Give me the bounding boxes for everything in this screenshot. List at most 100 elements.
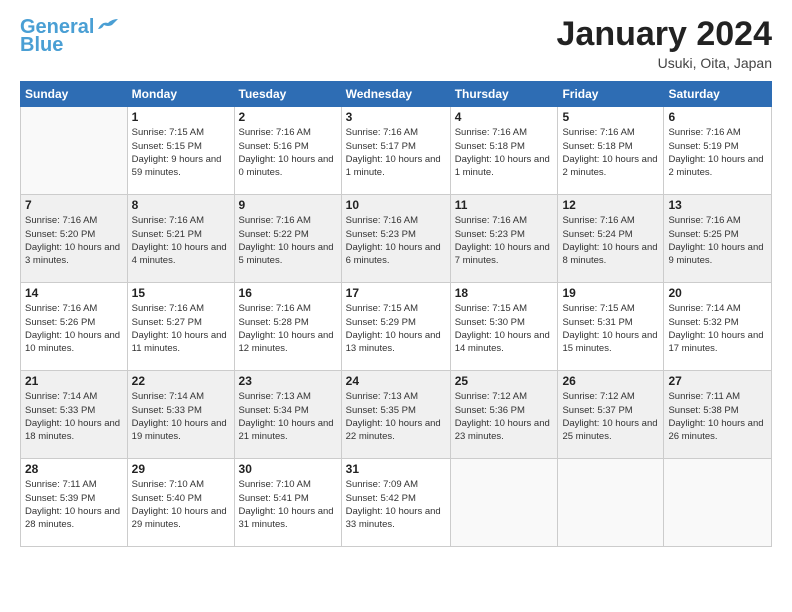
calendar-day-cell: 11Sunrise: 7:16 AMSunset: 5:23 PMDayligh… (450, 195, 558, 283)
day-number: 28 (25, 462, 123, 476)
day-info: Sunrise: 7:16 AMSunset: 5:18 PMDaylight:… (455, 126, 554, 179)
weekday-header: Sunday (21, 82, 128, 107)
day-number: 8 (132, 198, 230, 212)
day-info: Sunrise: 7:16 AMSunset: 5:17 PMDaylight:… (346, 126, 446, 179)
calendar-day-cell: 25 Sunrise: 7:12 AMSunset: 5:36 PMDayligh… (450, 371, 558, 459)
day-number: 20 (668, 286, 767, 300)
calendar-week-row: 28 Sunrise: 7:11 AMSunset: 5:39 PMDayligh… (21, 459, 772, 547)
calendar-day-cell: 14Sunrise: 7:16 AMSunset: 5:26 PMDayligh… (21, 283, 128, 371)
day-info: Sunrise: 7:11 AMSunset: 5:38 PMDaylight:… (668, 390, 767, 443)
day-number: 31 (346, 462, 446, 476)
day-number: 2 (239, 110, 337, 124)
calendar-day-cell: 21 Sunrise: 7:14 AMSunset: 5:33 PMDayligh… (21, 371, 128, 459)
day-info: Sunrise: 7:13 AMSunset: 5:34 PMDaylight:… (239, 390, 337, 443)
day-info: Sunrise: 7:14 AMSunset: 5:33 PMDaylight:… (25, 390, 123, 443)
weekday-header: Friday (558, 82, 664, 107)
day-number: 10 (346, 198, 446, 212)
day-number: 12 (562, 198, 659, 212)
calendar-day-cell (558, 459, 664, 547)
calendar-day-cell: 31 Sunrise: 7:09 AMSunset: 5:42 PMDayligh… (341, 459, 450, 547)
page-header: General Blue January 2024 Usuki, Oita, J… (20, 16, 772, 71)
calendar-day-cell (21, 107, 128, 195)
day-info: Sunrise: 7:12 AMSunset: 5:37 PMDaylight:… (562, 390, 659, 443)
day-info: Sunrise: 7:15 AMSunset: 5:15 PMDaylight:… (132, 126, 230, 179)
calendar-day-cell (664, 459, 772, 547)
calendar-day-cell: 8 Sunrise: 7:16 AMSunset: 5:21 PMDaylight… (127, 195, 234, 283)
day-info: Sunrise: 7:14 AMSunset: 5:33 PMDaylight:… (132, 390, 230, 443)
day-number: 4 (455, 110, 554, 124)
day-info: Sunrise: 7:16 AMSunset: 5:19 PMDaylight:… (668, 126, 767, 179)
month-title: January 2024 (557, 16, 773, 53)
calendar-day-cell (450, 459, 558, 547)
calendar-table: SundayMondayTuesdayWednesdayThursdayFrid… (20, 81, 772, 547)
calendar-day-cell: 6 Sunrise: 7:16 AMSunset: 5:19 PMDaylight… (664, 107, 772, 195)
weekday-header: Monday (127, 82, 234, 107)
location: Usuki, Oita, Japan (557, 55, 773, 71)
day-info: Sunrise: 7:14 AMSunset: 5:32 PMDaylight:… (668, 302, 767, 355)
calendar-day-cell: 17 Sunrise: 7:15 AMSunset: 5:29 PMDayligh… (341, 283, 450, 371)
day-info: Sunrise: 7:13 AMSunset: 5:35 PMDaylight:… (346, 390, 446, 443)
calendar-day-cell: 15Sunrise: 7:16 AMSunset: 5:27 PMDayligh… (127, 283, 234, 371)
day-info: Sunrise: 7:16 AMSunset: 5:16 PMDaylight:… (239, 126, 337, 179)
day-number: 24 (346, 374, 446, 388)
calendar-day-cell: 16Sunrise: 7:16 AMSunset: 5:28 PMDayligh… (234, 283, 341, 371)
day-info: Sunrise: 7:16 AMSunset: 5:27 PMDaylight:… (132, 302, 230, 355)
day-number: 23 (239, 374, 337, 388)
calendar-week-row: 7 Sunrise: 7:16 AMSunset: 5:20 PMDaylight… (21, 195, 772, 283)
day-info: Sunrise: 7:16 AMSunset: 5:23 PMDaylight:… (455, 214, 554, 267)
day-number: 3 (346, 110, 446, 124)
logo-bird-icon (96, 17, 118, 33)
calendar-day-cell: 9 Sunrise: 7:16 AMSunset: 5:22 PMDaylight… (234, 195, 341, 283)
day-info: Sunrise: 7:16 AMSunset: 5:25 PMDaylight:… (668, 214, 767, 267)
logo: General Blue (20, 16, 118, 56)
day-info: Sunrise: 7:16 AMSunset: 5:26 PMDaylight:… (25, 302, 123, 355)
calendar-page: General Blue January 2024 Usuki, Oita, J… (0, 0, 792, 612)
day-info: Sunrise: 7:16 AMSunset: 5:20 PMDaylight:… (25, 214, 123, 267)
day-number: 7 (25, 198, 123, 212)
weekday-header: Tuesday (234, 82, 341, 107)
day-number: 17 (346, 286, 446, 300)
weekday-header-row: SundayMondayTuesdayWednesdayThursdayFrid… (21, 82, 772, 107)
calendar-day-cell: 7 Sunrise: 7:16 AMSunset: 5:20 PMDaylight… (21, 195, 128, 283)
logo-blue: Blue (20, 34, 63, 56)
calendar-day-cell: 22 Sunrise: 7:14 AMSunset: 5:33 PMDayligh… (127, 371, 234, 459)
calendar-week-row: 21 Sunrise: 7:14 AMSunset: 5:33 PMDayligh… (21, 371, 772, 459)
day-info: Sunrise: 7:16 AMSunset: 5:18 PMDaylight:… (562, 126, 659, 179)
calendar-week-row: 14Sunrise: 7:16 AMSunset: 5:26 PMDayligh… (21, 283, 772, 371)
day-info: Sunrise: 7:10 AMSunset: 5:40 PMDaylight:… (132, 478, 230, 531)
day-info: Sunrise: 7:10 AMSunset: 5:41 PMDaylight:… (239, 478, 337, 531)
day-number: 26 (562, 374, 659, 388)
weekday-header: Wednesday (341, 82, 450, 107)
day-number: 13 (668, 198, 767, 212)
day-info: Sunrise: 7:16 AMSunset: 5:22 PMDaylight:… (239, 214, 337, 267)
day-number: 27 (668, 374, 767, 388)
day-number: 30 (239, 462, 337, 476)
day-number: 29 (132, 462, 230, 476)
calendar-day-cell: 3 Sunrise: 7:16 AMSunset: 5:17 PMDaylight… (341, 107, 450, 195)
weekday-header: Thursday (450, 82, 558, 107)
day-number: 5 (562, 110, 659, 124)
calendar-day-cell: 12 Sunrise: 7:16 AMSunset: 5:24 PMDayligh… (558, 195, 664, 283)
day-info: Sunrise: 7:15 AMSunset: 5:31 PMDaylight:… (562, 302, 659, 355)
calendar-day-cell: 2 Sunrise: 7:16 AMSunset: 5:16 PMDaylight… (234, 107, 341, 195)
day-number: 6 (668, 110, 767, 124)
day-number: 9 (239, 198, 337, 212)
calendar-week-row: 1Sunrise: 7:15 AMSunset: 5:15 PMDaylight… (21, 107, 772, 195)
day-info: Sunrise: 7:15 AMSunset: 5:30 PMDaylight:… (455, 302, 554, 355)
day-info: Sunrise: 7:12 AMSunset: 5:36 PMDaylight:… (455, 390, 554, 443)
calendar-day-cell: 20 Sunrise: 7:14 AMSunset: 5:32 PMDayligh… (664, 283, 772, 371)
day-number: 21 (25, 374, 123, 388)
calendar-day-cell: 29 Sunrise: 7:10 AMSunset: 5:40 PMDayligh… (127, 459, 234, 547)
day-info: Sunrise: 7:09 AMSunset: 5:42 PMDaylight:… (346, 478, 446, 531)
day-info: Sunrise: 7:16 AMSunset: 5:24 PMDaylight:… (562, 214, 659, 267)
calendar-day-cell: 27 Sunrise: 7:11 AMSunset: 5:38 PMDayligh… (664, 371, 772, 459)
day-number: 25 (455, 374, 554, 388)
calendar-day-cell: 30 Sunrise: 7:10 AMSunset: 5:41 PMDayligh… (234, 459, 341, 547)
calendar-day-cell: 26 Sunrise: 7:12 AMSunset: 5:37 PMDayligh… (558, 371, 664, 459)
day-number: 18 (455, 286, 554, 300)
day-info: Sunrise: 7:16 AMSunset: 5:21 PMDaylight:… (132, 214, 230, 267)
calendar-day-cell: 24 Sunrise: 7:13 AMSunset: 5:35 PMDayligh… (341, 371, 450, 459)
day-info: Sunrise: 7:11 AMSunset: 5:39 PMDaylight:… (25, 478, 123, 531)
day-number: 22 (132, 374, 230, 388)
day-info: Sunrise: 7:15 AMSunset: 5:29 PMDaylight:… (346, 302, 446, 355)
